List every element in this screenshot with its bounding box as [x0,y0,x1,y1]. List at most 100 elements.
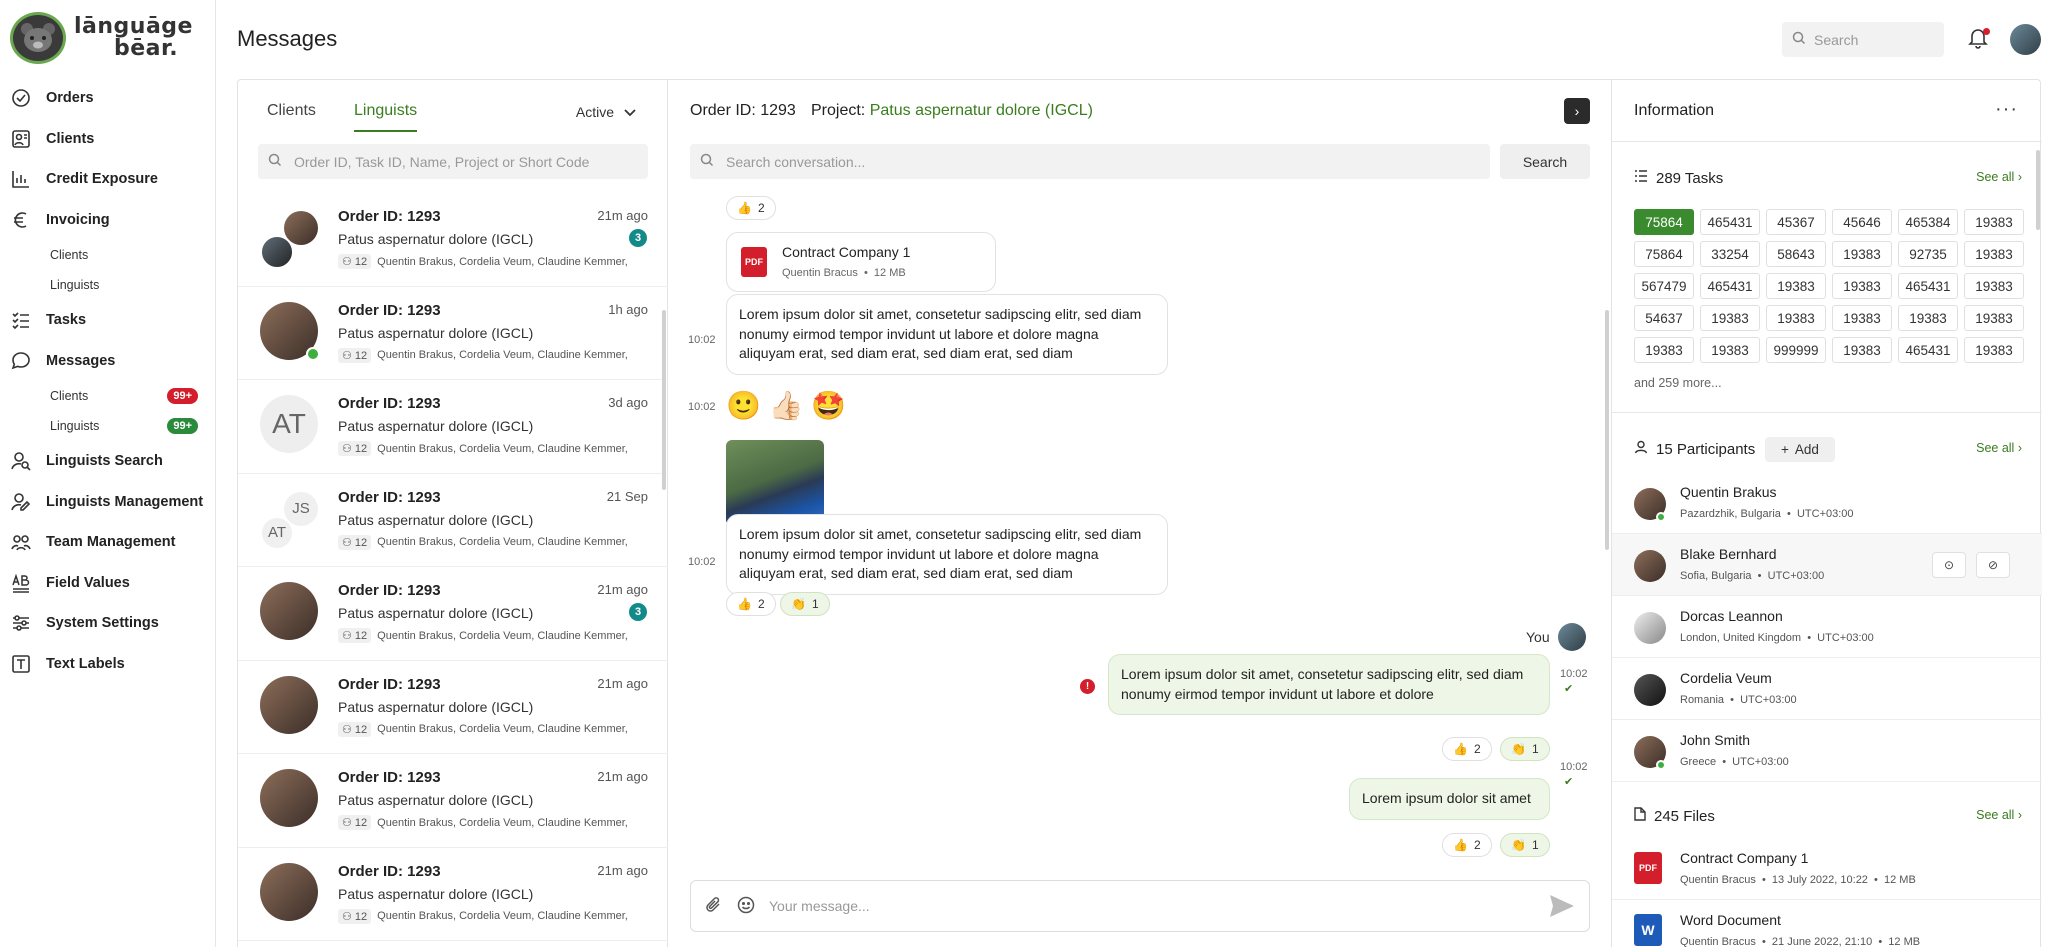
emoji-icon[interactable] [737,896,755,917]
participant-row[interactable]: John Smith Greece • UTC+03:00 [1612,720,2042,782]
project-link[interactable]: Patus aspernatur dolore (IGCL) [870,102,1093,119]
reaction-clap[interactable]: 👏 1 [780,592,830,616]
send-icon[interactable] [1549,894,1575,921]
participant-name: John Smith [1680,732,1751,748]
participant-row[interactable]: Blake Bernhard Sofia, Bulgaria • UTC+03:… [1612,534,2042,596]
sidebar-item-credit-exposure[interactable]: Credit Exposure [0,159,216,200]
scrollbar[interactable] [662,310,666,490]
unread-count-badge: 3 [629,603,647,621]
file-row[interactable]: W Word Document Quentin Bracus • 21 June… [1612,900,2042,947]
task-chip[interactable]: 19383 [1700,305,1760,331]
task-chip[interactable]: 19383 [1766,273,1826,299]
conversation-item[interactable]: Order ID: 1293 Patus aspernatur dolore (… [238,754,668,848]
task-chip[interactable]: 19383 [1964,305,2024,331]
participant-row[interactable]: Quentin Brakus Pazardzhik, Bulgaria • UT… [1612,472,2042,534]
sidebar-item-text-labels[interactable]: Text Labels [0,644,216,685]
task-chip[interactable]: 19383 [1964,241,2024,267]
task-chip[interactable]: 19383 [1898,305,1958,331]
tab-linguists[interactable]: Linguists [354,102,418,132]
task-chip[interactable]: 567479 [1634,273,1694,299]
task-chip[interactable]: 19383 [1766,305,1826,331]
conversation-item[interactable]: JS AT Order ID: 1293 Patus aspernatur do… [238,474,668,567]
reaction-thumbs[interactable]: 👍 2 [1442,833,1492,857]
sidebar-subitem-messages-clients[interactable]: Clients 99+ [0,381,216,411]
task-chip[interactable]: 75864 [1634,209,1694,235]
file-row[interactable]: PDF Contract Company 1 Quentin Bracus • … [1612,838,2042,900]
chevron-right-icon[interactable]: › [1564,98,1590,124]
reaction-thumbs[interactable]: 👍 2 [1442,737,1492,761]
reaction-thumbs[interactable]: 👍 2 [726,196,776,220]
task-chip[interactable]: 19383 [1964,337,2024,363]
see-all-files-link[interactable]: See all › [1976,808,2022,822]
participant-row[interactable]: Dorcas Leannon London, United Kingdom • … [1612,596,2042,658]
task-chip[interactable]: 19383 [1634,337,1694,363]
file-size: 12 MB [1884,874,1916,886]
task-chip[interactable]: 75864 [1634,241,1694,267]
status-dropdown[interactable]: Active [576,104,636,120]
task-chip[interactable]: 19383 [1964,209,2024,235]
more-options-icon[interactable]: ··· [1995,98,2018,121]
task-chip[interactable]: 45646 [1832,209,1892,235]
add-participant-button[interactable]: + Add [1765,437,1835,462]
logo[interactable]: lānguāge bēar. [10,12,193,64]
reaction-clap[interactable]: 👏 1 [1500,833,1550,857]
sidebar-item-messages[interactable]: Messages [0,341,216,382]
sidebar-item-invoicing[interactable]: Invoicing [0,200,216,241]
conversation-item[interactable]: Order ID: 1293 Patus aspernatur dolore (… [238,848,668,941]
participant-location: Romania • UTC+03:00 [1680,694,1797,706]
task-chip[interactable]: 58643 [1766,241,1826,267]
see-all-tasks-link[interactable]: See all › [1976,170,2022,184]
task-chip[interactable]: 45367 [1766,209,1826,235]
sidebar-item-system-settings[interactable]: System Settings [0,603,216,644]
search-button[interactable]: Search [1500,144,1590,179]
conversation-search-input[interactable]: Search conversation... [690,144,1490,179]
task-chip[interactable]: 19383 [1964,273,2024,299]
tab-clients[interactable]: Clients [267,102,316,120]
task-chip[interactable]: 465431 [1700,273,1760,299]
view-profile-icon[interactable]: ⊙ [1932,552,1966,578]
error-icon[interactable]: ! [1080,679,1095,694]
task-chip[interactable]: 19383 [1832,337,1892,363]
sidebar-subitem-invoicing-clients[interactable]: Clients [0,240,216,270]
tasks-more-label[interactable]: and 259 more... [1634,376,1722,390]
remove-participant-icon[interactable]: ⊘ [1976,552,2010,578]
sidebar-item-orders[interactable]: Orders [0,78,216,119]
reaction-clap[interactable]: 👏 1 [1500,737,1550,761]
sidebar-item-team-management[interactable]: Team Management [0,522,216,563]
task-chip[interactable]: 54637 [1634,305,1694,331]
conversation-item[interactable]: Order ID: 1293 Patus aspernatur dolore (… [238,661,668,754]
task-chip[interactable]: 465431 [1700,209,1760,235]
conversation-item[interactable]: Order ID: 1293 Patus aspernatur dolore (… [238,287,668,380]
sidebar-item-linguists-search[interactable]: Linguists Search [0,441,216,482]
task-chip[interactable]: 465431 [1898,273,1958,299]
scrollbar[interactable] [2036,150,2040,230]
task-chip[interactable]: 19383 [1832,273,1892,299]
sidebar-subitem-messages-linguists[interactable]: Linguists 99+ [0,411,216,441]
message-composer[interactable]: Your message... [690,880,1590,932]
conversation-item[interactable]: Order ID: 1293 Patus aspernatur dolore (… [238,193,668,287]
task-chip[interactable]: 19383 [1700,337,1760,363]
sidebar-item-field-values[interactable]: Field Values [0,563,216,604]
task-chip[interactable]: 19383 [1832,241,1892,267]
task-chip[interactable]: 33254 [1700,241,1760,267]
task-chip[interactable]: 999999 [1766,337,1826,363]
conversation-item[interactable]: AT Order ID: 1293 Patus aspernatur dolor… [238,380,668,474]
sidebar-item-linguists-management[interactable]: Linguists Management [0,482,216,523]
conversation-item[interactable]: Order ID: 1293 Patus aspernatur dolore (… [238,567,668,661]
file-attachment[interactable]: PDF Contract Company 1 Quentin Bracus • … [726,232,996,292]
task-chip[interactable]: 465431 [1898,337,1958,363]
see-all-participants-link[interactable]: See all › [1976,441,2022,455]
sidebar-item-tasks[interactable]: Tasks [0,300,216,341]
global-search-input[interactable]: Search [1782,22,1944,57]
task-chip[interactable]: 92735 [1898,241,1958,267]
conversation-filter-input[interactable]: Order ID, Task ID, Name, Project or Shor… [258,144,648,179]
scrollbar[interactable] [1605,310,1609,550]
user-avatar[interactable] [2010,24,2041,55]
task-chip[interactable]: 19383 [1832,305,1892,331]
reaction-thumbs[interactable]: 👍 2 [726,592,776,616]
paperclip-icon[interactable] [705,896,723,917]
sidebar-subitem-invoicing-linguists[interactable]: Linguists [0,270,216,300]
sidebar-item-clients[interactable]: Clients [0,119,216,160]
participant-row[interactable]: Cordelia Veum Romania • UTC+03:00 [1612,658,2042,720]
task-chip[interactable]: 465384 [1898,209,1958,235]
